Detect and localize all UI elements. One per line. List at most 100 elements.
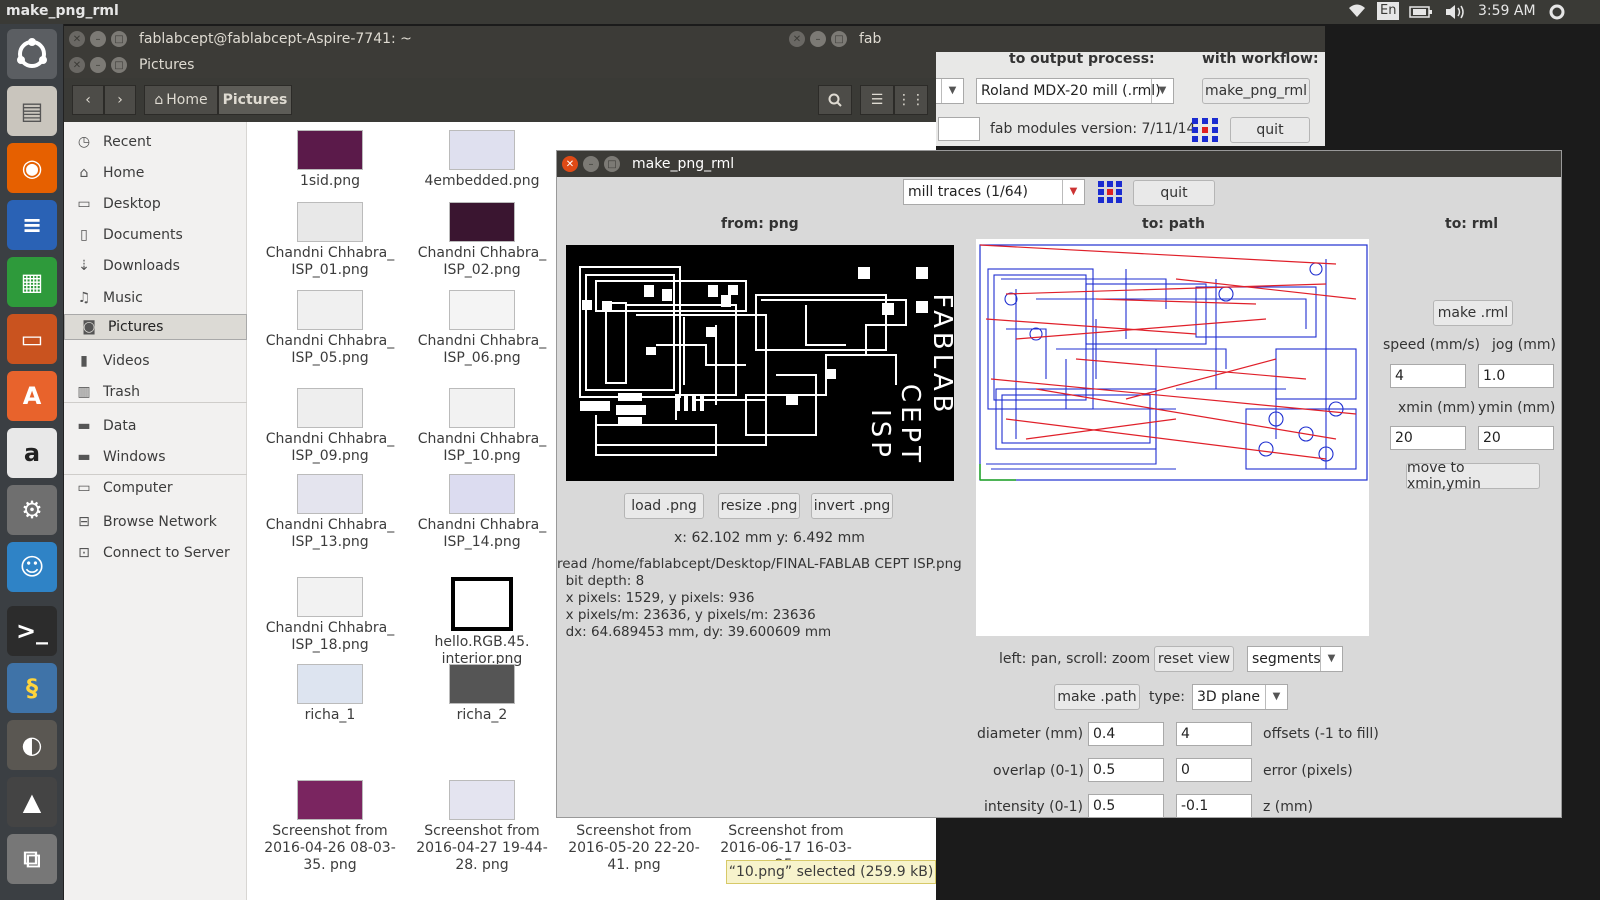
make-rml-button[interactable]: make .rml bbox=[1433, 300, 1513, 326]
jog-input[interactable]: 1.0 bbox=[1478, 364, 1554, 388]
search-button[interactable] bbox=[818, 85, 852, 115]
file-item[interactable]: Chandni Chhabra_ ISP_02.png bbox=[412, 202, 552, 279]
minimize-icon[interactable]: – bbox=[583, 156, 599, 172]
type-select[interactable]: 3D plane ▼ bbox=[1192, 684, 1288, 710]
sidebar-item-connect-to-server[interactable]: ⊡ Connect to Server bbox=[64, 537, 247, 568]
terminal-window-titlebar[interactable]: ✕ – □ fablabcept@fablabcept-Aspire-7741:… bbox=[64, 26, 784, 52]
xmin-input[interactable]: 20 bbox=[1390, 426, 1466, 450]
file-item[interactable]: richa_1 bbox=[260, 664, 400, 724]
file-item[interactable]: 4embedded.png bbox=[412, 130, 552, 190]
sidebar-item-downloads[interactable]: ⇣ Downloads bbox=[64, 250, 247, 281]
sidebar-item-documents[interactable]: ▯ Documents bbox=[64, 219, 247, 250]
error-input[interactable]: 0 bbox=[1176, 758, 1252, 782]
file-item[interactable]: Screenshot from 2016-04-26 08-03-35. png bbox=[260, 780, 400, 874]
z-input[interactable]: -0.1 bbox=[1176, 794, 1252, 818]
png-quit-button[interactable]: quit bbox=[1133, 180, 1215, 206]
intensity-input[interactable]: 0.5 bbox=[1088, 794, 1164, 818]
file-item[interactable]: Chandni Chhabra_ ISP_01.png bbox=[260, 202, 400, 279]
files-icon[interactable]: ▤ bbox=[7, 86, 57, 136]
python-icon[interactable]: § bbox=[7, 663, 57, 713]
workspaces-icon[interactable]: ⧉ bbox=[7, 834, 57, 884]
terminal-icon[interactable]: >_ bbox=[7, 606, 57, 656]
sidebar-item-home[interactable]: ⌂ Home bbox=[64, 157, 247, 188]
writer-icon[interactable]: ≡ bbox=[7, 200, 57, 250]
load-png-button[interactable]: load .png bbox=[624, 493, 704, 519]
grid-view-button[interactable]: ⋮⋮ bbox=[894, 85, 928, 115]
make-path-button[interactable]: make .path bbox=[1054, 684, 1140, 710]
back-button[interactable]: ‹ bbox=[72, 85, 104, 115]
files-titlebar[interactable]: ✕ – □ Pictures bbox=[64, 52, 936, 78]
file-item[interactable]: Chandni Chhabra_ ISP_09.png bbox=[260, 388, 400, 465]
software-center-icon[interactable]: A bbox=[7, 371, 57, 421]
path-view-canvas[interactable] bbox=[976, 239, 1369, 636]
list-view-button[interactable]: ☰ bbox=[860, 85, 894, 115]
maximize-icon[interactable]: □ bbox=[831, 31, 847, 47]
wifi-icon[interactable] bbox=[1347, 3, 1367, 23]
close-icon[interactable]: ✕ bbox=[69, 31, 85, 47]
file-item[interactable]: richa_2 bbox=[412, 664, 552, 724]
resize-png-button[interactable]: resize .png bbox=[718, 493, 800, 519]
ubuntu-dash-icon[interactable] bbox=[7, 29, 57, 79]
file-item[interactable]: Chandni Chhabra_ ISP_13.png bbox=[260, 474, 400, 551]
breadcrumb-home[interactable]: ⌂ Home bbox=[144, 85, 218, 115]
workflow-button[interactable]: make_png_rml bbox=[1202, 78, 1310, 104]
close-icon[interactable]: ✕ bbox=[69, 57, 85, 73]
minimize-icon[interactable]: – bbox=[90, 57, 106, 73]
sidebar-item-desktop[interactable]: ▭ Desktop bbox=[64, 188, 247, 219]
sidebar-item-computer[interactable]: ▭ Computer bbox=[64, 472, 247, 503]
close-icon[interactable]: ✕ bbox=[789, 31, 805, 47]
battery-icon[interactable] bbox=[1409, 5, 1433, 23]
keyboard-language-indicator[interactable]: En bbox=[1377, 2, 1400, 20]
process-select[interactable]: mill traces (1/64) ▼ bbox=[903, 179, 1085, 205]
sidebar-item-recent[interactable]: ◷ Recent bbox=[64, 126, 247, 157]
sidebar-item-music[interactable]: ♫ Music bbox=[64, 282, 247, 313]
gimp-icon[interactable]: ◐ bbox=[7, 720, 57, 770]
offsets-input[interactable]: 4 bbox=[1176, 722, 1252, 746]
sidebar-item-browse-network[interactable]: ⊟ Browse Network bbox=[64, 506, 247, 537]
impress-icon[interactable]: ▭ bbox=[7, 314, 57, 364]
file-item[interactable]: Chandni Chhabra_ ISP_18.png bbox=[260, 577, 400, 654]
speed-input[interactable]: 4 bbox=[1390, 364, 1466, 388]
file-item[interactable]: hello.RGB.45. interior.png bbox=[412, 577, 552, 668]
overlap-input[interactable]: 0.5 bbox=[1088, 758, 1164, 782]
sidebar-item-windows[interactable]: ▬ Windows bbox=[64, 441, 247, 472]
system-gear-icon[interactable] bbox=[1549, 4, 1565, 24]
maximize-icon[interactable]: □ bbox=[111, 57, 127, 73]
reset-view-button[interactable]: reset view bbox=[1154, 646, 1234, 672]
sidebar-item-data[interactable]: ▬ Data bbox=[64, 410, 247, 441]
file-item[interactable]: Chandni Chhabra_ ISP_05.png bbox=[260, 290, 400, 367]
file-item[interactable]: Screenshot from 2016-04-27 19-44-28. png bbox=[412, 780, 552, 874]
fab-titlebar[interactable]: ✕ – □ fab bbox=[784, 26, 1325, 52]
segments-select[interactable]: segments ▼ bbox=[1247, 646, 1343, 672]
fab-text-field[interactable] bbox=[938, 117, 980, 141]
close-icon[interactable]: ✕ bbox=[562, 156, 578, 172]
file-item[interactable]: Chandni Chhabra_ ISP_14.png bbox=[412, 474, 552, 551]
file-item[interactable]: 1sid.png bbox=[260, 130, 400, 190]
settings-icon[interactable]: ⚙ bbox=[7, 485, 57, 535]
minimize-icon[interactable]: – bbox=[810, 31, 826, 47]
inkscape-icon[interactable]: ▲ bbox=[7, 777, 57, 827]
diameter-input[interactable]: 0.4 bbox=[1088, 722, 1164, 746]
png-titlebar[interactable]: ✕ – □ make_png_rml bbox=[557, 151, 1561, 177]
calc-icon[interactable]: ▦ bbox=[7, 257, 57, 307]
png-preview[interactable]: FABLAB CEPT ISP bbox=[566, 245, 957, 481]
volume-icon[interactable] bbox=[1444, 4, 1466, 24]
firefox-icon[interactable]: ◉ bbox=[7, 143, 57, 193]
pidgin-icon[interactable]: ☺ bbox=[7, 542, 57, 592]
invert-png-button[interactable]: invert .png bbox=[811, 493, 893, 519]
ymin-input[interactable]: 20 bbox=[1478, 426, 1554, 450]
clock-text[interactable]: 3:59 AM bbox=[1478, 3, 1536, 19]
file-item[interactable]: Chandni Chhabra_ ISP_06.png bbox=[412, 290, 552, 367]
sidebar-item-pictures[interactable]: ◙ Pictures bbox=[64, 314, 247, 340]
forward-button[interactable]: › bbox=[104, 85, 136, 115]
minimize-icon[interactable]: – bbox=[90, 31, 106, 47]
output-process-select[interactable]: Roland MDX-20 mill (.rml) ▼ bbox=[976, 78, 1174, 104]
amazon-icon[interactable]: a bbox=[7, 428, 57, 478]
maximize-icon[interactable]: □ bbox=[111, 31, 127, 47]
sidebar-item-videos[interactable]: ▮ Videos bbox=[64, 345, 247, 376]
breadcrumb-current[interactable]: Pictures bbox=[218, 85, 292, 115]
maximize-icon[interactable]: □ bbox=[604, 156, 620, 172]
file-item[interactable]: Chandni Chhabra_ ISP_10.png bbox=[412, 388, 552, 465]
fab-quit-button[interactable]: quit bbox=[1230, 117, 1310, 143]
move-to-origin-button[interactable]: move to xmin,ymin bbox=[1406, 460, 1540, 492]
